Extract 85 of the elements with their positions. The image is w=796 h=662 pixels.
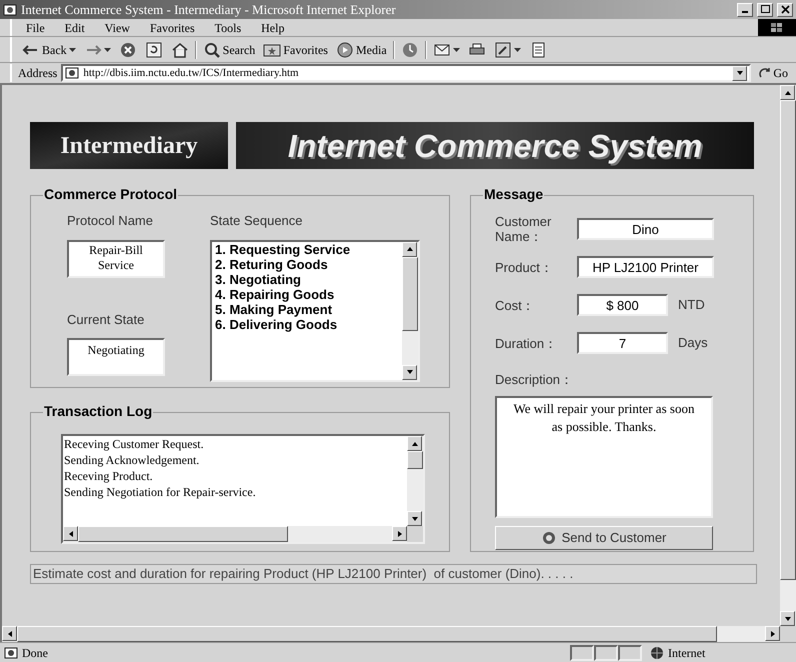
caret-icon <box>104 48 111 52</box>
browser-icon <box>3 2 17 16</box>
log-line: Receving Customer Request. <box>64 436 205 452</box>
horizontal-scrollbar[interactable] <box>63 526 407 542</box>
status-pane <box>570 644 594 660</box>
menu-item[interactable]: File <box>26 18 45 36</box>
go-arrow-icon <box>759 67 772 79</box>
edit-icon <box>494 40 512 58</box>
menu-item[interactable]: Tools <box>214 18 242 36</box>
group-title: Commerce Protocol <box>44 186 178 202</box>
menu-item[interactable]: Favorites <box>150 18 195 36</box>
toolbar-button[interactable]: Back <box>20 38 78 60</box>
window-title: Internet Commerce System - Intermediary - Microsoft Internet Explorer <box>21 0 397 19</box>
state-list-item[interactable]: 2. Returing Goods <box>215 256 402 272</box>
page-icon <box>65 67 80 79</box>
page-icon <box>4 646 18 658</box>
group-title: Message <box>484 186 544 202</box>
toolbar-button[interactable]: Search <box>200 38 258 60</box>
scrollbar-corner <box>407 526 423 542</box>
protocol-name-field[interactable]: Repair-Bill Service <box>67 240 165 278</box>
description-field[interactable]: We will repair your printer as soon as possible. Thanks. <box>495 396 713 518</box>
state-list-item[interactable]: 1. Requesting Service <box>215 242 402 256</box>
home-icon <box>170 40 189 58</box>
history-icon <box>400 40 419 58</box>
send-icon <box>542 530 556 544</box>
caret-icon <box>452 48 460 52</box>
group-title: Transaction Log <box>44 403 152 419</box>
zone-text: Internet <box>668 644 706 662</box>
unit-label: NTD <box>678 296 705 314</box>
text-field[interactable]: HP LJ2100 Printer <box>577 256 714 278</box>
close-button[interactable] <box>777 2 793 16</box>
current-state-field[interactable]: Negotiating <box>67 338 165 376</box>
menu-item[interactable]: Help <box>261 18 284 36</box>
windows-flag-icon <box>771 22 783 32</box>
log-line: Sending Acknowledgement. <box>64 452 200 468</box>
field-label: Product： <box>495 260 554 274</box>
unit-label: Days <box>678 334 708 352</box>
state-list-item[interactable]: 5. Making Payment <box>215 302 402 316</box>
maximize-button[interactable] <box>757 2 773 16</box>
address-field[interactable]: http://dbis.iim.nctu.edu.tw/ICS/Intermediary.htm <box>61 64 752 82</box>
status-text: Done <box>22 644 48 662</box>
globe-icon <box>650 646 664 660</box>
log-line: Receving Product. <box>64 468 154 484</box>
caret-icon <box>68 48 76 52</box>
state-sequence-list[interactable]: 1. Requesting Service 2. Returing Goods 3. Negotiating 4. Repairing Goods 5. Making Payment 6. Delivering Goods <box>210 240 420 382</box>
refresh-icon <box>144 40 163 58</box>
go-button[interactable]: Go <box>755 64 792 82</box>
field-label: State Sequence <box>210 212 304 230</box>
stop-icon <box>118 40 137 58</box>
field-label: Protocol Name <box>67 212 154 230</box>
scrollbar-thumb[interactable] <box>402 256 418 330</box>
menu-item[interactable]: Edit <box>64 18 85 36</box>
text-field[interactable]: $ 800 <box>577 294 668 316</box>
text-field[interactable]: 7 <box>577 332 668 354</box>
close-icon <box>780 5 790 14</box>
field-label: Customer Name： <box>495 214 552 244</box>
media-icon <box>336 40 354 58</box>
status-message-field: Estimate cost and duration for repairing Product (HP LJ2100 Printer) of customer (Dino). . . . . <box>30 564 757 584</box>
status-pane <box>594 644 618 660</box>
menu-item[interactable]: View <box>104 18 130 36</box>
banner-title: Internet Commerce System <box>236 122 754 169</box>
vertical-scrollbar[interactable] <box>402 242 418 380</box>
field-label: Duration： <box>495 336 558 350</box>
vertical-scrollbar[interactable] <box>407 436 423 526</box>
address-label: Address <box>10 64 58 82</box>
caret-icon <box>514 48 521 52</box>
status-pane <box>618 644 642 660</box>
state-list-item[interactable]: 4. Repairing Goods <box>215 286 402 302</box>
search-icon <box>202 40 221 58</box>
log-line: Sending Negotiation for Repair-service. <box>64 484 257 500</box>
text-field[interactable]: Dino <box>577 218 714 240</box>
scrollbar-thumb[interactable] <box>407 451 423 469</box>
toolbar-button[interactable]: Media <box>334 38 389 60</box>
field-label: Current State <box>67 310 146 328</box>
banner-logo: Intermediary <box>30 122 228 169</box>
maximize-icon <box>760 5 770 14</box>
scrollbar-thumb[interactable] <box>78 526 288 542</box>
field-label: Cost： <box>495 298 536 312</box>
toolbar-button[interactable]: Favorites <box>261 38 330 60</box>
state-list-item[interactable]: 3. Negotiating <box>215 272 402 286</box>
state-list-item[interactable]: 6. Delivering Goods <box>215 316 402 332</box>
minimize-button[interactable] <box>737 2 753 16</box>
transaction-log-field[interactable]: Receving Customer Request. Sending Acknowledgement. Receving Product. Sending Negotiation for Repair-service. <box>61 434 425 544</box>
send-button[interactable]: Send to Customer <box>495 526 713 550</box>
field-label: Description： <box>495 371 574 389</box>
